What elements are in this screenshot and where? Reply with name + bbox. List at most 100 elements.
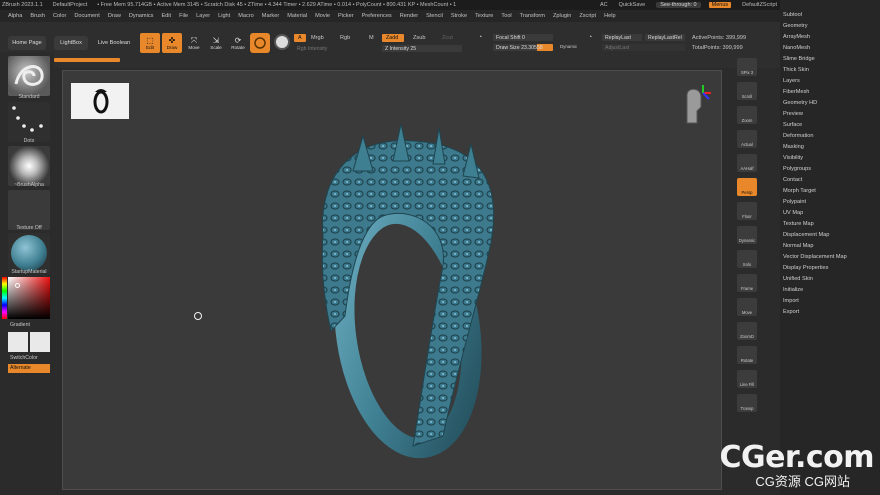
palette-surface[interactable]: Surface xyxy=(783,122,802,128)
right-tool-floor[interactable]: Floor xyxy=(737,202,757,220)
lightbox-button[interactable]: LightBox xyxy=(54,36,88,50)
zcut-button[interactable]: Zcut xyxy=(442,35,453,41)
menu-help[interactable]: Help xyxy=(600,13,620,19)
see-through-slider[interactable]: See-through: 0 xyxy=(656,2,701,8)
palette-masking[interactable]: Masking xyxy=(783,144,804,150)
right-tool-persp[interactable]: Persp xyxy=(737,178,757,196)
default-zscript-button[interactable]: DefaultZScript xyxy=(739,2,780,8)
right-tool-actual[interactable]: Actual xyxy=(737,130,757,148)
a-chip[interactable]: A xyxy=(294,34,306,42)
menu-texture[interactable]: Texture xyxy=(471,13,497,19)
palette-geometry[interactable]: Geometry xyxy=(783,23,808,29)
palette-normal-map[interactable]: Normal Map xyxy=(783,243,813,249)
menu-file[interactable]: File xyxy=(175,13,192,19)
secondary-color-swatch[interactable] xyxy=(30,332,50,352)
right-tool-zoom[interactable]: Zoom xyxy=(737,106,757,124)
rgb-button[interactable]: Rgb xyxy=(340,35,350,41)
menu-picker[interactable]: Picker xyxy=(334,13,358,19)
menu-document[interactable]: Document xyxy=(70,13,104,19)
palette-geometry-hd[interactable]: Geometry HD xyxy=(783,100,817,106)
ring-model[interactable] xyxy=(293,116,553,461)
palette-preview[interactable]: Preview xyxy=(783,111,803,117)
navigation-thumbnail[interactable] xyxy=(71,83,129,119)
home-page-button[interactable]: Home Page xyxy=(8,36,46,50)
palette-fibermesh[interactable]: FiberMesh xyxy=(783,89,809,95)
color-picker[interactable] xyxy=(8,277,50,319)
menu-draw[interactable]: Draw xyxy=(104,13,125,19)
right-tool-transp[interactable]: Transp xyxy=(737,394,757,412)
palette-morph-target[interactable]: Morph Target xyxy=(783,188,816,194)
menus-button[interactable]: Menus xyxy=(708,2,732,8)
palette-subtool[interactable]: Subtool xyxy=(783,12,802,18)
focal-shift-slider[interactable]: Focal Shift 0 xyxy=(493,34,553,41)
adjust-last-slider[interactable]: AdjustLast xyxy=(602,44,685,51)
stroke-thumbnail[interactable] xyxy=(8,102,50,142)
palette-uv-map[interactable]: UV Map xyxy=(783,210,803,216)
canvas-viewport[interactable] xyxy=(62,70,722,490)
zadd-button[interactable]: Zadd xyxy=(382,34,404,42)
right-tool-aahalf[interactable]: AAHalf xyxy=(737,154,757,172)
replay-last-button[interactable]: ReplayLast xyxy=(602,34,642,41)
menu-edit[interactable]: Edit xyxy=(157,13,175,19)
palette-unified-skin[interactable]: Unified Skin xyxy=(783,276,813,282)
gradient-label[interactable]: Gradient xyxy=(10,322,68,328)
right-tool-zoomd[interactable]: ZoomD xyxy=(737,322,757,340)
alternate-button[interactable]: Alternate xyxy=(8,364,50,373)
m-button[interactable]: M xyxy=(369,35,374,41)
right-tool-frame[interactable]: Frame xyxy=(737,274,757,292)
menu-tool[interactable]: Tool xyxy=(497,13,515,19)
palette-initialize[interactable]: Initialize xyxy=(783,287,803,293)
right-tool-line-fill[interactable]: Line Fill xyxy=(737,370,757,388)
draw-size-slider[interactable]: Draw Size 23.30558 xyxy=(493,44,553,51)
z-intensity-slider[interactable]: Z Intensity 25 xyxy=(382,45,462,52)
palette-visibility[interactable]: Visibility xyxy=(783,155,803,161)
draw-button[interactable]: ✜ Draw xyxy=(162,33,182,53)
quicksave-button[interactable]: QuickSave xyxy=(616,2,649,8)
move-button[interactable]: ⤧ Move xyxy=(184,33,204,53)
menu-movie[interactable]: Movie xyxy=(311,13,334,19)
menu-marker[interactable]: Marker xyxy=(258,13,283,19)
zsub-button[interactable]: Zsub xyxy=(413,35,425,41)
brush-mode-button[interactable] xyxy=(250,33,270,53)
menu-dynamics[interactable]: Dynamics xyxy=(125,13,158,19)
menu-stencil[interactable]: Stencil xyxy=(422,13,447,19)
palette-export[interactable]: Export xyxy=(783,309,799,315)
primary-color-swatch[interactable] xyxy=(8,332,28,352)
right-tool-solo[interactable]: Solo xyxy=(737,250,757,268)
palette-slime-bridge[interactable]: Slime Bridge xyxy=(783,56,815,62)
edit-button[interactable]: ⬚ Edit xyxy=(140,33,160,53)
texture-thumbnail[interactable] xyxy=(8,190,50,230)
palette-thick-skin[interactable]: Thick Skin xyxy=(783,67,809,73)
right-tool-scroll[interactable]: Scroll xyxy=(737,82,757,100)
palette-polypaint[interactable]: Polypaint xyxy=(783,199,806,205)
palette-layers[interactable]: Layers xyxy=(783,78,800,84)
brush-thumbnail[interactable] xyxy=(8,56,50,96)
palette-deformation[interactable]: Deformation xyxy=(783,133,813,139)
palette-displacement-map[interactable]: Displacement Map xyxy=(783,232,829,238)
material-sphere-icon[interactable] xyxy=(274,34,290,50)
palette-contact[interactable]: Contact xyxy=(783,177,802,183)
palette-vector-displacement-map[interactable]: Vector Displacement Map xyxy=(783,254,847,260)
menu-alpha[interactable]: Alpha xyxy=(4,13,26,19)
dynamic-toggle[interactable]: Dynamic xyxy=(560,44,577,49)
menu-preferences[interactable]: Preferences xyxy=(358,13,396,19)
menu-zplugin[interactable]: Zplugin xyxy=(549,13,575,19)
menu-render[interactable]: Render xyxy=(396,13,422,19)
palette-import[interactable]: Import xyxy=(783,298,799,304)
replay-last-rel-button[interactable]: ReplayLastRel xyxy=(645,34,685,41)
alpha-thumbnail[interactable] xyxy=(8,146,50,186)
palette-display-properties[interactable]: Display Properties xyxy=(783,265,828,271)
palette-arraymesh[interactable]: ArrayMesh xyxy=(783,34,810,40)
menu-light[interactable]: Light xyxy=(214,13,234,19)
menu-stroke[interactable]: Stroke xyxy=(447,13,471,19)
menu-layer[interactable]: Layer xyxy=(192,13,214,19)
menu-color[interactable]: Color xyxy=(49,13,70,19)
right-tool-dynamic[interactable]: Dynamic xyxy=(737,226,757,244)
palette-polygroups[interactable]: Polygroups xyxy=(783,166,811,172)
scale-button[interactable]: ⇲ Scale xyxy=(206,33,226,53)
menu-transform[interactable]: Transform xyxy=(516,13,549,19)
palette-nanomesh[interactable]: NanoMesh xyxy=(783,45,810,51)
right-tool-rotate[interactable]: Rotate xyxy=(737,346,757,364)
right-tool-spix-3[interactable]: SPix 3 xyxy=(737,58,757,76)
right-tool-move[interactable]: Move xyxy=(737,298,757,316)
